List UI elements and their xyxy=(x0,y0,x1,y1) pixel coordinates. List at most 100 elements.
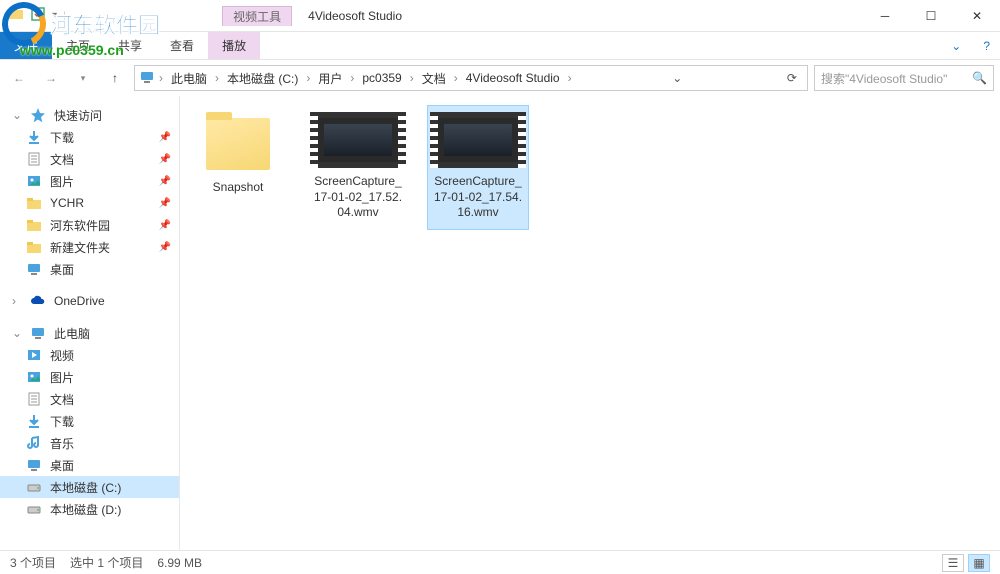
pin-icon: 📌 xyxy=(159,198,171,209)
sidebar-item[interactable]: 图片📌 xyxy=(0,170,179,192)
monitor-icon xyxy=(26,457,42,473)
drive-icon xyxy=(26,479,42,495)
ribbon-expand-icon[interactable]: ⌄ xyxy=(939,39,973,53)
sidebar-this-pc[interactable]: ⌄ 此电脑 xyxy=(0,322,179,344)
pc-icon xyxy=(30,325,46,341)
tab-play[interactable]: 播放 xyxy=(208,32,260,59)
tab-file[interactable]: 文件 xyxy=(0,32,52,59)
search-input[interactable]: 搜索"4Videosoft Studio" 🔍 xyxy=(814,65,994,91)
address-bar[interactable]: › 此电脑 › 本地磁盘 (C:) › 用户 › pc0359 › 文档 › 4… xyxy=(134,65,808,91)
file-name-label: Snapshot xyxy=(192,180,284,196)
sidebar-item-label: 下载 xyxy=(50,129,74,146)
view-icons-button[interactable]: ▦ xyxy=(968,554,990,572)
breadcrumb-item: 文档 xyxy=(418,66,450,90)
address-dropdown-icon[interactable]: ⌄ xyxy=(666,71,688,85)
context-tab-video[interactable]: 视频工具 xyxy=(222,6,292,26)
chevron-right-icon[interactable]: › xyxy=(452,71,460,85)
chevron-right-icon[interactable]: › xyxy=(566,71,574,85)
chevron-right-icon[interactable]: › xyxy=(408,71,416,85)
sidebar-item-label: YCHR xyxy=(50,196,84,210)
sidebar-item[interactable]: 下载 📌 xyxy=(0,126,179,148)
breadcrumb-item: pc0359 xyxy=(358,66,405,90)
sidebar-item-label: 桌面 xyxy=(50,457,74,474)
sidebar-item-label: 音乐 xyxy=(50,435,74,452)
video-icon xyxy=(26,347,42,363)
chevron-right-icon[interactable]: › xyxy=(213,71,221,85)
sidebar-item-label: 此电脑 xyxy=(54,325,90,342)
sidebar-item[interactable]: 本地磁盘 (C:) xyxy=(0,476,179,498)
down-icon xyxy=(26,129,42,145)
chevron-right-icon[interactable]: › xyxy=(348,71,356,85)
qat-dropdown-icon[interactable]: ▾ xyxy=(52,10,57,21)
status-bar: 3 个项目 选中 1 个项目 6.99 MB ☰ ▦ xyxy=(0,550,1000,574)
pin-icon: 📌 xyxy=(159,242,171,253)
sidebar-item[interactable]: 文档 xyxy=(0,388,179,410)
sidebar-onedrive[interactable]: › OneDrive xyxy=(0,290,179,312)
file-list[interactable]: Snapshot ScreenCapture_17-01-02_17.52.04.… xyxy=(180,96,1000,550)
pin-icon: 📌 xyxy=(159,220,171,231)
breadcrumb-item: 此电脑 xyxy=(167,66,211,90)
maximize-button[interactable]: ☐ xyxy=(908,0,954,32)
sidebar-item[interactable]: 桌面 xyxy=(0,258,179,280)
pin-icon: 📌 xyxy=(159,154,171,165)
minimize-button[interactable]: ─ xyxy=(862,0,908,32)
doc-icon xyxy=(26,151,42,167)
breadcrumb-item: 用户 xyxy=(314,66,346,90)
navigation-row: ← → ▾ ↑ › 此电脑 › 本地磁盘 (C:) › 用户 › pc0359 … xyxy=(0,60,1000,96)
cloud-icon xyxy=(30,293,46,309)
folder-icon xyxy=(206,118,270,170)
sidebar-item[interactable]: 文档 📌 xyxy=(0,148,179,170)
file-item[interactable]: ScreenCapture_17-01-02_17.54.16.wmv xyxy=(428,106,528,229)
sidebar-item[interactable]: 新建文件夹📌 xyxy=(0,236,179,258)
chevron-down-icon: ⌄ xyxy=(12,326,22,340)
up-button[interactable]: ↑ xyxy=(102,65,128,91)
sidebar-item-label: 本地磁盘 (C:) xyxy=(50,479,121,496)
sidebar-quick-access[interactable]: ⌄ 快速访问 xyxy=(0,104,179,126)
chevron-down-icon: ⌄ xyxy=(12,108,22,122)
status-item-count: 3 个项目 xyxy=(10,554,56,571)
sidebar-item-label: 本地磁盘 (D:) xyxy=(50,501,121,518)
forward-button[interactable]: → xyxy=(38,65,64,91)
pin-icon: 📌 xyxy=(159,132,171,143)
help-icon[interactable]: ? xyxy=(973,39,1000,53)
properties-icon[interactable] xyxy=(30,6,46,25)
sidebar-item-label: 下载 xyxy=(50,413,74,430)
chevron-right-icon[interactable]: › xyxy=(157,71,165,85)
sidebar-item[interactable]: 音乐 xyxy=(0,432,179,454)
sidebar-item[interactable]: 河东软件园📌 xyxy=(0,214,179,236)
tab-view[interactable]: 查看 xyxy=(156,32,208,59)
tab-share[interactable]: 共享 xyxy=(104,32,156,59)
sidebar-item[interactable]: 视频 xyxy=(0,344,179,366)
sidebar-item[interactable]: 本地磁盘 (D:) xyxy=(0,498,179,520)
chevron-right-icon: › xyxy=(12,294,22,308)
refresh-icon[interactable]: ⟳ xyxy=(781,71,803,85)
sidebar-item-label: 图片 xyxy=(50,369,74,386)
breadcrumb-item: 4Videosoft Studio xyxy=(462,66,564,90)
down-icon xyxy=(26,413,42,429)
star-icon xyxy=(30,107,46,123)
history-dropdown-icon[interactable]: ▾ xyxy=(70,65,96,91)
back-button[interactable]: ← xyxy=(6,65,32,91)
search-icon: 🔍 xyxy=(972,71,987,85)
sidebar-item[interactable]: 下载 xyxy=(0,410,179,432)
sidebar-item-label: 文档 xyxy=(50,151,74,168)
folder-icon xyxy=(26,239,42,255)
sidebar-item-label: 视频 xyxy=(50,347,74,364)
close-button[interactable]: ✕ xyxy=(954,0,1000,32)
pin-icon: 📌 xyxy=(159,176,171,187)
doc-icon xyxy=(26,391,42,407)
window-title: 4Videosoft Studio xyxy=(308,9,402,23)
file-item[interactable]: ScreenCapture_17-01-02_17.52.04.wmv xyxy=(308,106,408,229)
file-name-label: ScreenCapture_17-01-02_17.52.04.wmv xyxy=(312,174,404,221)
drive-icon xyxy=(26,501,42,517)
folder-icon xyxy=(26,217,42,233)
file-item[interactable]: Snapshot xyxy=(188,106,288,204)
img-icon xyxy=(26,173,42,189)
sidebar-item[interactable]: 桌面 xyxy=(0,454,179,476)
tab-home[interactable]: 主页 xyxy=(52,32,104,59)
sidebar-item[interactable]: YCHR 📌 xyxy=(0,192,179,214)
sidebar-item[interactable]: 图片 xyxy=(0,366,179,388)
img-icon xyxy=(26,369,42,385)
chevron-right-icon[interactable]: › xyxy=(304,71,312,85)
view-details-button[interactable]: ☰ xyxy=(942,554,964,572)
